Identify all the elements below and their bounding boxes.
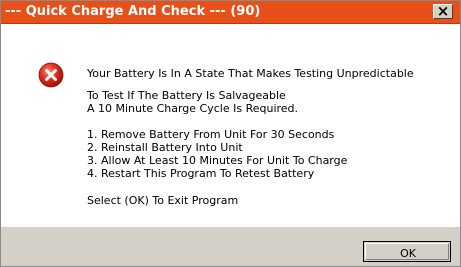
window-title: --- Quick Charge And Check --- (90): [5, 4, 261, 19]
ok-button[interactable]: OK: [363, 241, 451, 262]
step-3: 3. Allow At Least 10 Minutes For Unit To…: [87, 154, 348, 167]
title-bar[interactable]: --- Quick Charge And Check --- (90) ×: [1, 1, 460, 24]
exit-note: Select (OK) To Exit Program: [87, 194, 239, 207]
info-line-2: A 10 Minute Charge Cycle Is Required.: [87, 102, 299, 115]
error-icon: [38, 62, 64, 88]
close-button[interactable]: ×: [433, 2, 453, 20]
button-bar: OK: [1, 227, 460, 266]
dialog-content: Your Battery Is In A State That Makes Te…: [1, 24, 460, 227]
close-icon: ×: [436, 2, 450, 20]
step-4: 4. Restart This Program To Retest Batter…: [87, 167, 315, 180]
info-line-1: To Test If The Battery Is Salvageable: [87, 89, 286, 102]
dialog-window: --- Quick Charge And Check --- (90) × Yo…: [0, 0, 461, 267]
ok-button-face[interactable]: OK: [365, 243, 449, 260]
headline-text: Your Battery Is In A State That Makes Te…: [87, 67, 414, 80]
step-1: 1. Remove Battery From Unit For 30 Secon…: [87, 128, 335, 141]
step-2: 2. Reinstall Battery Into Unit: [87, 141, 243, 154]
ok-button-label: OK: [400, 247, 416, 260]
